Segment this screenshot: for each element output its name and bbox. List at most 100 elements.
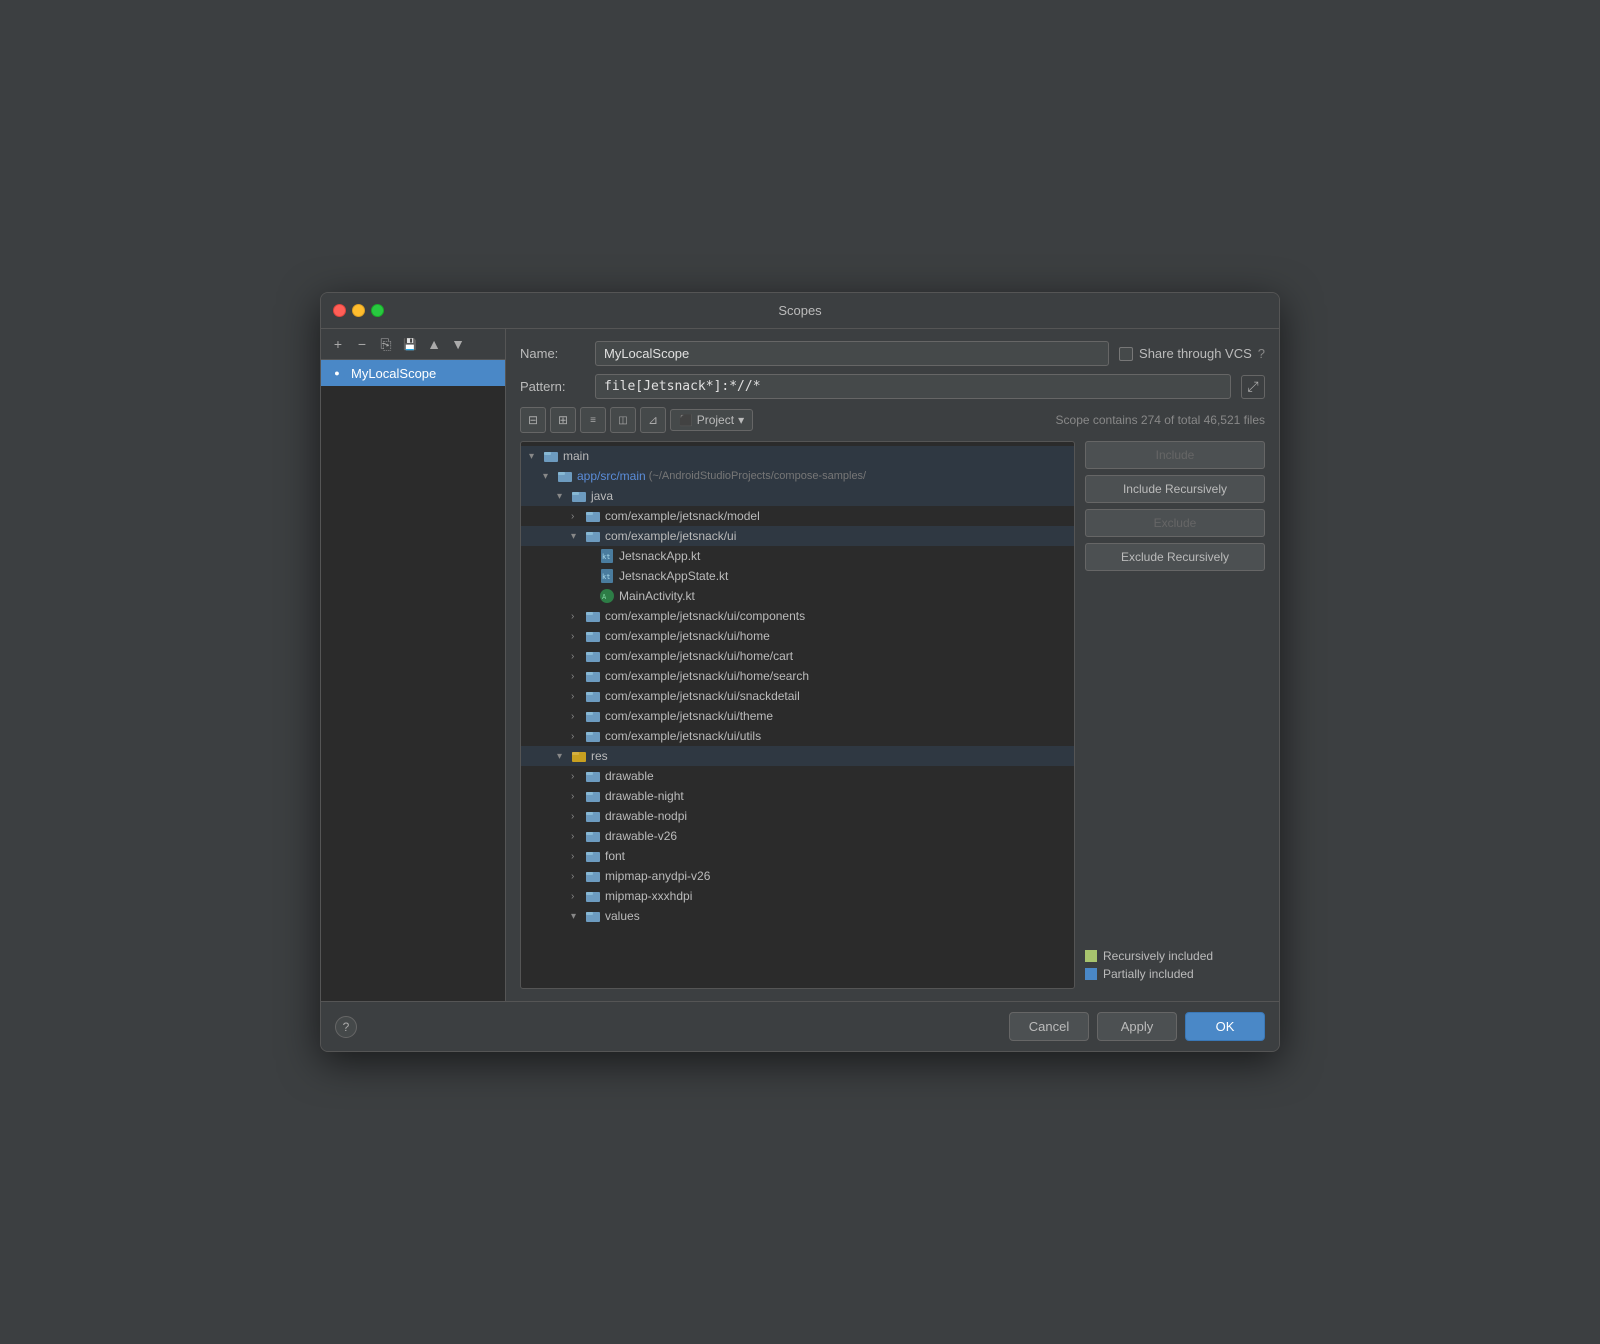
chevron-drawable-nodpi: › bbox=[571, 811, 585, 822]
name-row: Name: Share through VCS ? bbox=[520, 341, 1265, 366]
tree-node-res[interactable]: ▾ res bbox=[521, 746, 1074, 766]
move-up-button[interactable]: ▲ bbox=[423, 333, 445, 355]
folder-icon-com-ui-components bbox=[585, 608, 601, 624]
tree-node-com-ui-home[interactable]: › com/example/jetsnack/ui/home bbox=[521, 626, 1074, 646]
pattern-row: Pattern: ⤢ bbox=[520, 374, 1265, 399]
chevron-main: ▾ bbox=[529, 451, 543, 462]
tree-node-values[interactable]: ▾ values bbox=[521, 906, 1074, 926]
tree-node-mipmap-anydpi-v26[interactable]: › mipmap-anydpi-v26 bbox=[521, 866, 1074, 886]
plus-icon: + bbox=[334, 336, 342, 352]
sidebar-item-my-local-scope[interactable]: ● MyLocalScope bbox=[321, 360, 505, 386]
expand-all-button[interactable]: ⊞ bbox=[550, 407, 576, 433]
arrow-up-icon: ▲ bbox=[427, 336, 441, 352]
chevron-app-src-main: ▾ bbox=[543, 471, 557, 482]
svg-text:kt: kt bbox=[602, 553, 610, 561]
cancel-button[interactable]: Cancel bbox=[1009, 1012, 1089, 1041]
vcs-checkbox[interactable] bbox=[1119, 347, 1133, 361]
folder-icon-drawable-v26 bbox=[585, 828, 601, 844]
expand-icon: ⤢ bbox=[1247, 378, 1258, 395]
close-button[interactable] bbox=[333, 304, 346, 317]
move-down-button[interactable]: ▼ bbox=[447, 333, 469, 355]
maximize-button[interactable] bbox=[371, 304, 384, 317]
folder-icon-com-model bbox=[585, 508, 601, 524]
tree-node-drawable-nodpi[interactable]: › drawable-nodpi bbox=[521, 806, 1074, 826]
node-text-jetsnack-appstate: JetsnackAppState.kt bbox=[619, 569, 728, 583]
show-only-selected-button[interactable]: ◫ bbox=[610, 407, 636, 433]
include-recursively-button[interactable]: Include Recursively bbox=[1085, 475, 1265, 503]
tree-node-font[interactable]: › font bbox=[521, 846, 1074, 866]
content-row: ▾ main ▾ app/src/main (~/AndroidStu bbox=[520, 441, 1265, 989]
node-text-values: values bbox=[605, 909, 640, 923]
tree-toolbar-row: ⊟ ⊞ ≡ ◫ ⊿ ⬛ Projec bbox=[520, 407, 1265, 433]
tree-node-jetsnack-appstate[interactable]: kt JetsnackAppState.kt bbox=[521, 566, 1074, 586]
name-label: Name: bbox=[520, 346, 585, 361]
tree-node-com-model[interactable]: › com/example/jetsnack/model bbox=[521, 506, 1074, 526]
file-tree[interactable]: ▾ main ▾ app/src/main (~/AndroidStu bbox=[520, 441, 1075, 989]
exclude-button[interactable]: Exclude bbox=[1085, 509, 1265, 537]
folder-icon-com-ui-home-search bbox=[585, 668, 601, 684]
apply-button[interactable]: Apply bbox=[1097, 1012, 1177, 1041]
sidebar-toolbar: + − ⎘ 💾 ▲ ▼ bbox=[321, 329, 505, 360]
recursively-included-color-box bbox=[1085, 950, 1097, 962]
tree-node-com-ui-utils[interactable]: › com/example/jetsnack/ui/utils bbox=[521, 726, 1074, 746]
tree-node-drawable-night[interactable]: › drawable-night bbox=[521, 786, 1074, 806]
dropdown-arrow-icon: ▾ bbox=[738, 413, 744, 427]
project-dropdown-button[interactable]: ⬛ Project ▾ bbox=[670, 409, 753, 431]
expand-pattern-button[interactable]: ⤢ bbox=[1241, 375, 1265, 399]
tree-toolbar: ⊟ ⊞ ≡ ◫ ⊿ ⬛ Projec bbox=[520, 407, 753, 433]
folder-icon-res bbox=[571, 748, 587, 764]
flatten-packages-button[interactable]: ≡ bbox=[580, 407, 606, 433]
folder-icon-java bbox=[571, 488, 587, 504]
minimize-button[interactable] bbox=[352, 304, 365, 317]
folder-icon-com-ui-utils bbox=[585, 728, 601, 744]
sidebar: + − ⎘ 💾 ▲ ▼ ● MyLoca bbox=[321, 329, 506, 1001]
node-text-com-ui-home-search: com/example/jetsnack/ui/home/search bbox=[605, 669, 809, 683]
save-scope-button[interactable]: 💾 bbox=[399, 333, 421, 355]
pattern-label: Pattern: bbox=[520, 379, 585, 394]
node-text-com-ui-home-cart: com/example/jetsnack/ui/home/cart bbox=[605, 649, 793, 663]
chevron-com-ui-components: › bbox=[571, 611, 585, 622]
node-text-com-ui-components: com/example/jetsnack/ui/components bbox=[605, 609, 805, 623]
tree-node-com-ui-components[interactable]: › com/example/jetsnack/ui/components bbox=[521, 606, 1074, 626]
collapse-all-button[interactable]: ⊟ bbox=[520, 407, 546, 433]
title-bar: Scopes bbox=[321, 293, 1279, 329]
ok-button[interactable]: OK bbox=[1185, 1012, 1265, 1041]
name-input[interactable] bbox=[595, 341, 1109, 366]
tree-node-com-ui-snackdetail[interactable]: › com/example/jetsnack/ui/snackdetail bbox=[521, 686, 1074, 706]
tree-node-app-src-main[interactable]: ▾ app/src/main (~/AndroidStudioProjects/… bbox=[521, 466, 1074, 486]
dialog-body: + − ⎘ 💾 ▲ ▼ ● MyLoca bbox=[321, 329, 1279, 1001]
tree-node-com-ui-home-cart[interactable]: › com/example/jetsnack/ui/home/cart bbox=[521, 646, 1074, 666]
exclude-recursively-button[interactable]: Exclude Recursively bbox=[1085, 543, 1265, 571]
tree-node-mipmap-xxxhdpi[interactable]: › mipmap-xxxhdpi bbox=[521, 886, 1074, 906]
node-text-com-ui-theme: com/example/jetsnack/ui/theme bbox=[605, 709, 773, 723]
add-scope-button[interactable]: + bbox=[327, 333, 349, 355]
chevron-com-ui-theme: › bbox=[571, 711, 585, 722]
node-text-com-ui-snackdetail: com/example/jetsnack/ui/snackdetail bbox=[605, 689, 800, 703]
tree-node-jetsnack-app[interactable]: kt JetsnackApp.kt bbox=[521, 546, 1074, 566]
expand-all-icon: ⊞ bbox=[558, 413, 568, 427]
filter-button[interactable]: ⊿ bbox=[640, 407, 666, 433]
legend-partially-included: Partially included bbox=[1085, 967, 1265, 981]
tree-node-drawable-v26[interactable]: › drawable-v26 bbox=[521, 826, 1074, 846]
folder-icon-drawable bbox=[585, 768, 601, 784]
tree-node-com-ui-home-search[interactable]: › com/example/jetsnack/ui/home/search bbox=[521, 666, 1074, 686]
folder-icon-drawable-night bbox=[585, 788, 601, 804]
node-text-com-model: com/example/jetsnack/model bbox=[605, 509, 760, 523]
tree-node-com-ui[interactable]: ▾ com/example/jetsnack/ui bbox=[521, 526, 1074, 546]
node-text-java: java bbox=[591, 489, 613, 503]
scopes-dialog: Scopes + − ⎘ 💾 ▲ bbox=[320, 292, 1280, 1052]
tree-node-java[interactable]: ▾ java bbox=[521, 486, 1074, 506]
chevron-drawable-v26: › bbox=[571, 831, 585, 842]
folder-icon-com-ui-home bbox=[585, 628, 601, 644]
remove-scope-button[interactable]: − bbox=[351, 333, 373, 355]
tree-node-com-ui-theme[interactable]: › com/example/jetsnack/ui/theme bbox=[521, 706, 1074, 726]
help-button[interactable]: ? bbox=[335, 1016, 357, 1038]
node-text-res: res bbox=[591, 749, 608, 763]
include-button[interactable]: Include bbox=[1085, 441, 1265, 469]
tree-node-drawable[interactable]: › drawable bbox=[521, 766, 1074, 786]
vcs-help-icon[interactable]: ? bbox=[1258, 346, 1265, 361]
copy-scope-button[interactable]: ⎘ bbox=[375, 333, 397, 355]
tree-node-mainactivity[interactable]: A MainActivity.kt bbox=[521, 586, 1074, 606]
pattern-input[interactable] bbox=[595, 374, 1231, 399]
tree-node-main[interactable]: ▾ main bbox=[521, 446, 1074, 466]
